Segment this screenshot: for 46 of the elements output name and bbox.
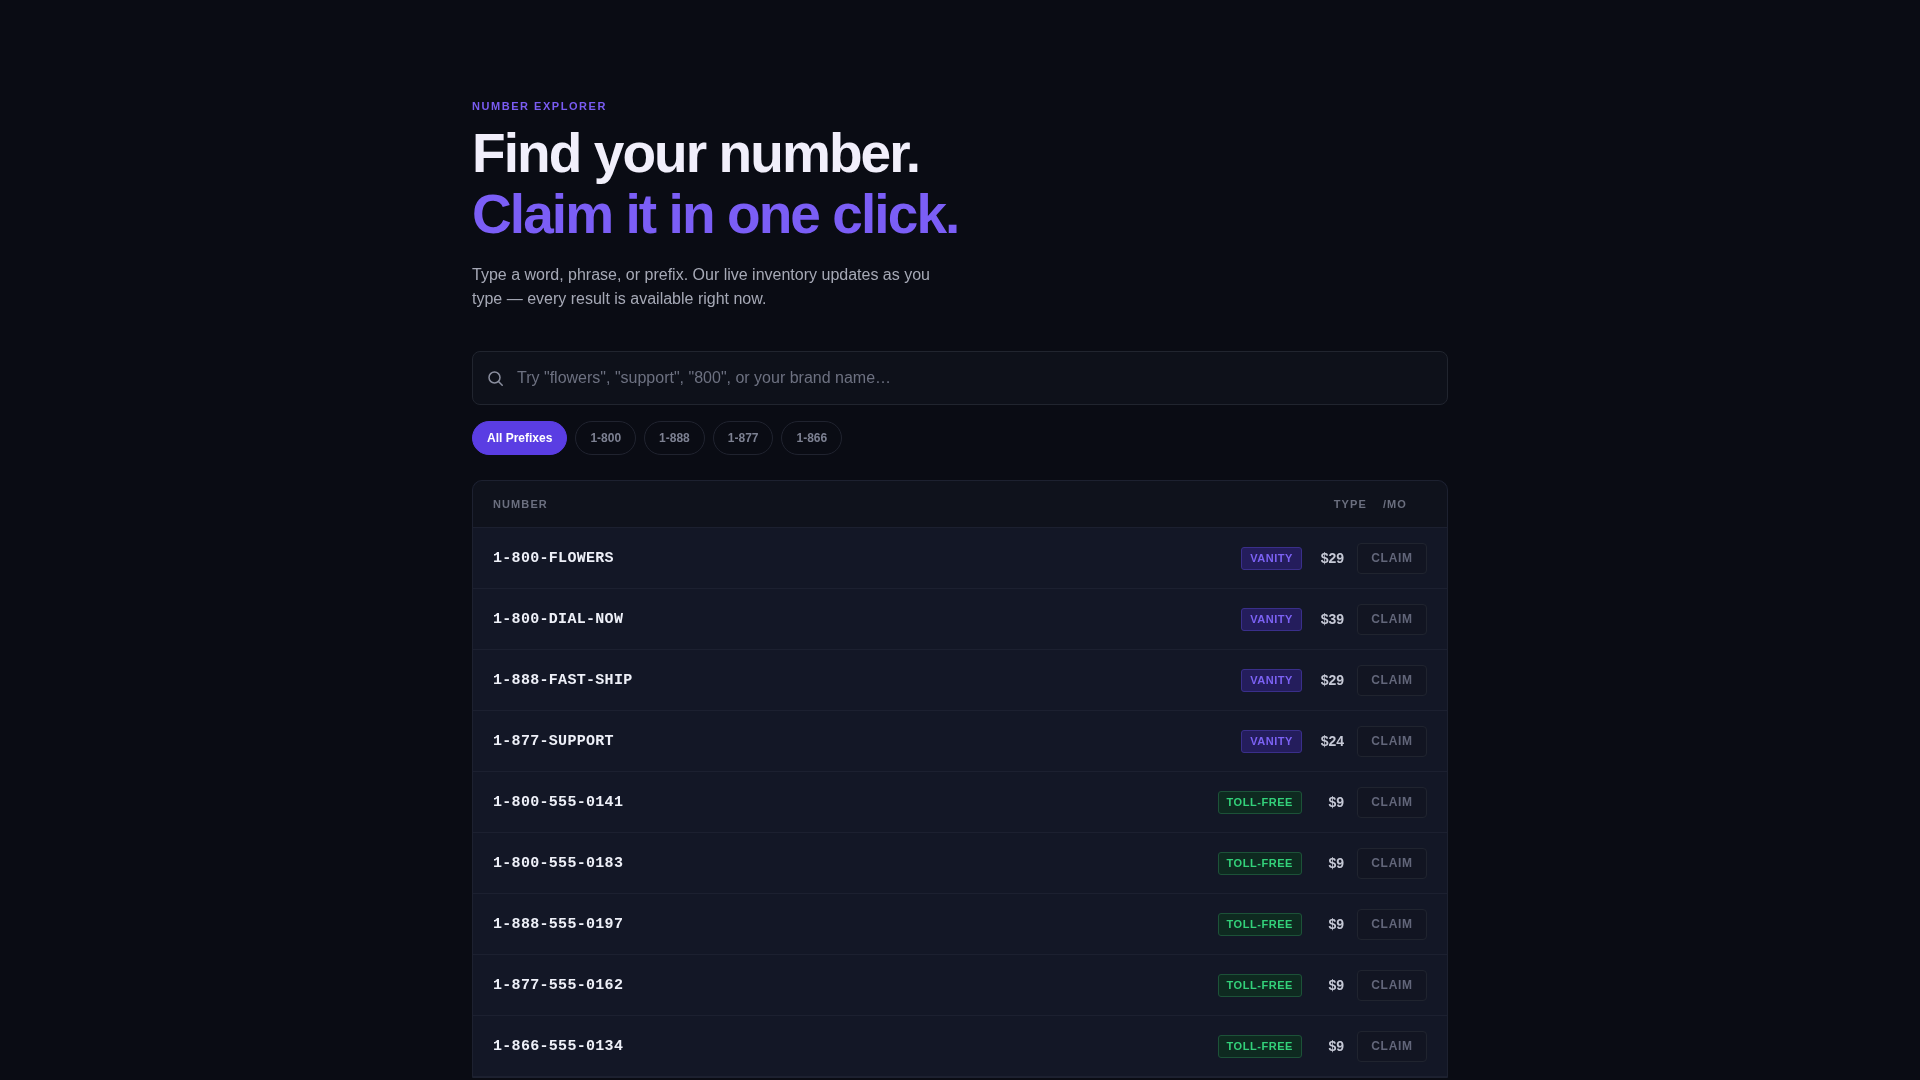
- headline: Find your number.: [472, 123, 920, 184]
- monthly-price: $9: [1327, 794, 1344, 810]
- claim-button[interactable]: CLAIM: [1357, 725, 1427, 757]
- claim-button[interactable]: CLAIM: [1357, 969, 1427, 1001]
- monthly-price: $39: [1319, 611, 1344, 627]
- phone-number: 1-800-FLOWERS: [493, 549, 615, 567]
- column-header: NUMBER: [493, 498, 549, 510]
- phone-number: 1-877-SUPPORT: [493, 732, 615, 750]
- type-tag: TOLL-FREE: [1217, 790, 1302, 814]
- type-tag: TOLL-FREE: [1217, 1034, 1302, 1058]
- claim-button[interactable]: CLAIM: [1357, 603, 1427, 635]
- monthly-price: $29: [1319, 550, 1344, 566]
- column-header: /MO: [1382, 498, 1407, 510]
- phone-number: 1-800-555-0141: [493, 793, 625, 811]
- claim-button[interactable]: CLAIM: [1357, 847, 1427, 879]
- phone-number: 1-888-FAST-SHIP: [493, 671, 634, 689]
- search-field[interactable]: Try "flowers", "support", "800", or your brand name…: [472, 351, 1448, 405]
- search-icon: [488, 371, 503, 386]
- claim-button[interactable]: CLAIM: [1357, 786, 1427, 818]
- prefix-filter-chip[interactable]: All Prefixes: [472, 421, 568, 455]
- monthly-price: $9: [1327, 1038, 1344, 1054]
- type-tag: TOLL-FREE: [1217, 851, 1302, 875]
- phone-number: 1-800-555-0183: [493, 854, 625, 872]
- type-tag: TOLL-FREE: [1217, 912, 1302, 936]
- claim-button[interactable]: CLAIM: [1357, 664, 1427, 696]
- phone-number: 1-800-DIAL-NOW: [493, 610, 625, 628]
- claim-button[interactable]: CLAIM: [1357, 542, 1427, 574]
- monthly-price: $24: [1319, 733, 1344, 749]
- type-tag: VANITY: [1241, 729, 1302, 753]
- monthly-price: $29: [1319, 672, 1344, 688]
- phone-number: 1-888-555-0197: [493, 915, 625, 933]
- phone-number: 1-866-555-0134: [493, 1037, 625, 1055]
- intro-text: Type a word, phrase, or prefix. Our live inventory updates as you type — every result is available right now.: [472, 265, 931, 309]
- monthly-price: $9: [1327, 855, 1344, 871]
- type-tag: VANITY: [1241, 546, 1302, 570]
- claim-button[interactable]: CLAIM: [1357, 1030, 1427, 1062]
- type-tag: VANITY: [1241, 607, 1302, 631]
- type-tag: VANITY: [1241, 668, 1302, 692]
- column-header: TYPE: [1333, 498, 1367, 510]
- monthly-price: $9: [1327, 916, 1344, 932]
- type-tag: TOLL-FREE: [1217, 973, 1302, 997]
- monthly-price: $9: [1327, 977, 1344, 993]
- claim-button[interactable]: CLAIM: [1357, 908, 1427, 940]
- eyebrow-label: NUMBER EXPLORER: [472, 99, 607, 113]
- headline-accent: Claim it in one click.: [472, 184, 959, 245]
- phone-number: 1-877-555-0162: [493, 976, 625, 994]
